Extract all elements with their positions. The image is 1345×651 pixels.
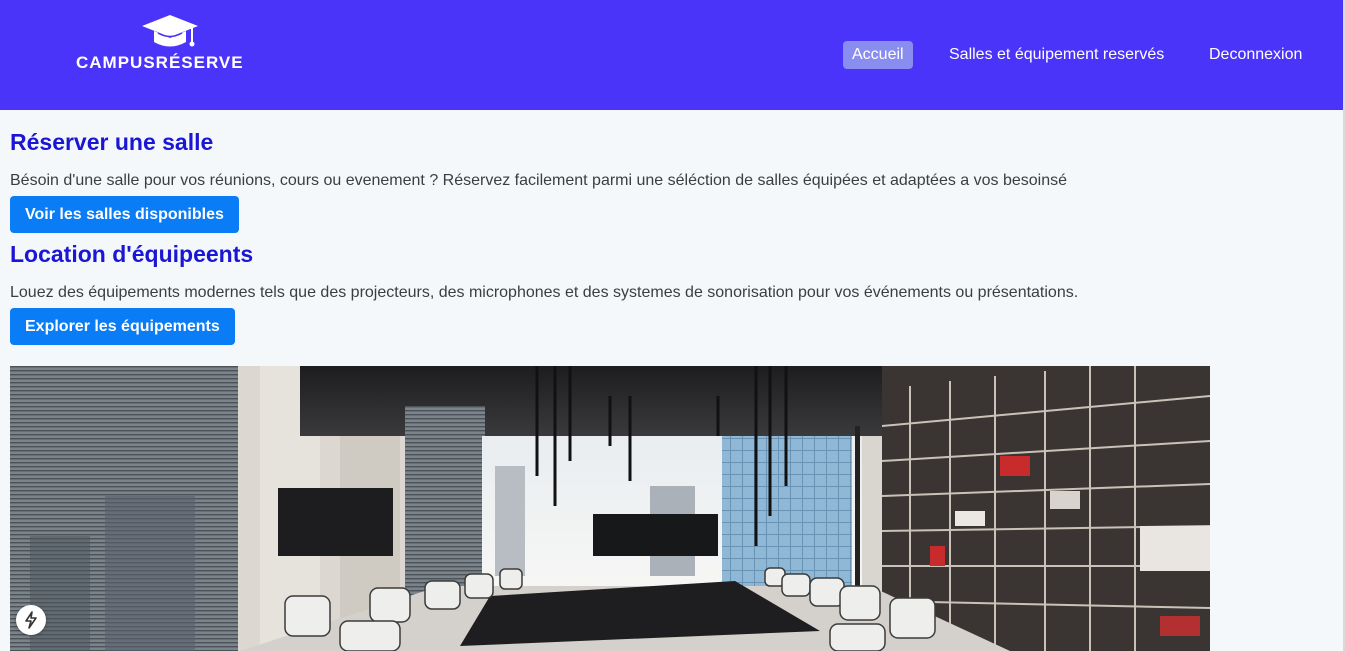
equipment-title: Location d'équipeents [10, 241, 254, 267]
nav-item-logout[interactable]: Deconnexion [1209, 41, 1302, 69]
lightning-icon[interactable] [16, 605, 46, 635]
nav-item-reserved[interactable]: Salles et équipement reservés [949, 41, 1164, 69]
explore-equipment-button[interactable]: Explorer les équipements [10, 308, 235, 345]
navbar: CAMPUSRÉSERVE Accueil Salles et équipeme… [0, 0, 1343, 110]
graduation-cap-icon [142, 15, 198, 47]
equipment-description: Louez des équipements modernes tels que … [10, 284, 1079, 301]
rooms-title: Réserver une salle [10, 129, 214, 155]
rooms-description: Bésoin d'une salle pour vos réunions, co… [10, 172, 1068, 189]
nav-item-accueil[interactable]: Accueil [843, 41, 913, 69]
brand-name: CAMPUSRÉSERVE [76, 53, 244, 72]
meeting-room-image [10, 366, 1210, 651]
brand-logo[interactable]: CAMPUSRÉSERVE [76, 13, 266, 75]
view-rooms-button[interactable]: Voir les salles disponibles [10, 196, 239, 233]
